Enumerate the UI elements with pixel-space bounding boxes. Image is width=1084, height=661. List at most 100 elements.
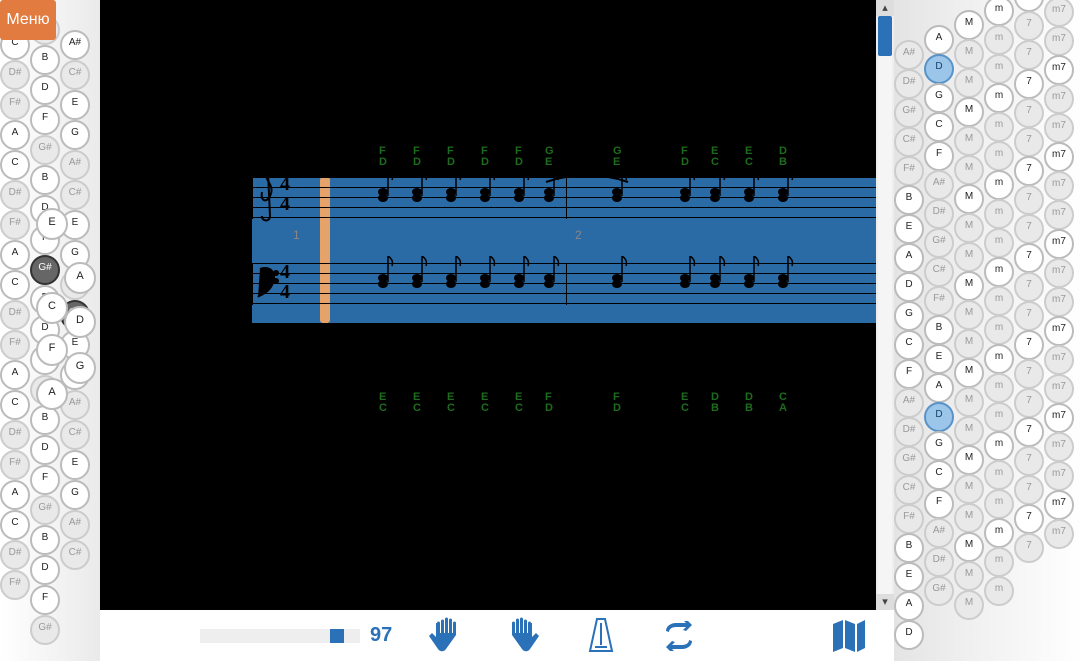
right-key-m7-3[interactable]: m7 xyxy=(1044,55,1074,85)
right-key-root-18[interactable]: D# xyxy=(924,547,954,577)
right-key-root-11[interactable]: E xyxy=(924,344,954,374)
left-key-C-2-9[interactable]: C xyxy=(0,270,30,300)
loop-button[interactable] xyxy=(654,616,704,656)
right-key-M-8[interactable]: M xyxy=(954,242,984,272)
left-key-Gsharp-1-8[interactable]: G# xyxy=(30,255,60,285)
progress-handle[interactable] xyxy=(330,629,344,643)
right-key-M-10[interactable]: M xyxy=(954,300,984,330)
scroll-thumb[interactable] xyxy=(878,16,892,56)
right-key-root-8[interactable]: C# xyxy=(924,257,954,287)
left-key-Gsharp-1-4[interactable]: G# xyxy=(30,135,60,165)
right-key-bass-19[interactable]: A xyxy=(894,591,924,621)
right-key-m7-7[interactable]: m7 xyxy=(1044,171,1074,201)
left-key-Fsharp-2-11[interactable]: F# xyxy=(0,330,30,360)
right-key-m-12[interactable]: m xyxy=(984,344,1014,374)
right-key-m-11[interactable]: m xyxy=(984,315,1014,345)
left-key-focus-G-5[interactable]: G xyxy=(64,352,96,384)
left-key-focus-F-4[interactable]: F xyxy=(36,334,68,366)
left-key-Gsharp-1-20[interactable]: G# xyxy=(30,615,60,645)
right-key-m7-9[interactable]: m7 xyxy=(1044,229,1074,259)
left-key-Csharp-0-5[interactable]: C# xyxy=(60,180,90,210)
right-key-7-4[interactable]: 7 xyxy=(1014,98,1044,128)
right-key-m-14[interactable]: m xyxy=(984,402,1014,432)
right-key-bass-6[interactable]: E xyxy=(894,214,924,244)
right-key-bass-20[interactable]: D xyxy=(894,620,924,650)
right-key-7-3[interactable]: 7 xyxy=(1014,69,1044,99)
left-key-Csharp-0-17[interactable]: C# xyxy=(60,540,90,570)
right-key-M-3[interactable]: M xyxy=(954,97,984,127)
map-button[interactable] xyxy=(824,616,874,656)
left-key-Asharp-0-16[interactable]: A# xyxy=(60,510,90,540)
left-key-F-1-3[interactable]: F xyxy=(30,105,60,135)
left-key-Asharp-0-4[interactable]: A# xyxy=(60,150,90,180)
left-key-D-1-14[interactable]: D xyxy=(30,435,60,465)
scroll-up-arrow[interactable]: ▴ xyxy=(876,0,894,16)
right-key-m-18[interactable]: m xyxy=(984,518,1014,548)
right-key-m-13[interactable]: m xyxy=(984,373,1014,403)
right-key-M-4[interactable]: M xyxy=(954,126,984,156)
left-key-Csharp-0-1[interactable]: C# xyxy=(60,60,90,90)
right-key-7-16[interactable]: 7 xyxy=(1014,446,1044,476)
right-key-7-5[interactable]: 7 xyxy=(1014,127,1044,157)
right-key-M-1[interactable]: M xyxy=(954,39,984,69)
left-key-F-1-15[interactable]: F xyxy=(30,465,60,495)
right-key-m7-12[interactable]: m7 xyxy=(1044,316,1074,346)
menu-button[interactable]: Меню xyxy=(0,0,56,40)
right-key-root-3[interactable]: C xyxy=(924,112,954,142)
left-key-focus-D-3[interactable]: D xyxy=(64,306,96,338)
right-key-m7-6[interactable]: m7 xyxy=(1044,142,1074,172)
right-key-M-16[interactable]: M xyxy=(954,474,984,504)
right-key-M-9[interactable]: M xyxy=(954,271,984,301)
right-key-7-8[interactable]: 7 xyxy=(1014,214,1044,244)
right-key-bass-12[interactable]: A# xyxy=(894,388,924,418)
right-key-M-18[interactable]: M xyxy=(954,532,984,562)
right-key-bass-3[interactable]: C# xyxy=(894,127,924,157)
right-key-7-6[interactable]: 7 xyxy=(1014,156,1044,186)
metronome-button[interactable] xyxy=(576,616,626,656)
left-key-F-1-19[interactable]: F xyxy=(30,585,60,615)
right-key-7-12[interactable]: 7 xyxy=(1014,330,1044,360)
left-key-focus-A-6[interactable]: A xyxy=(36,378,68,410)
right-key-m-17[interactable]: m xyxy=(984,489,1014,519)
right-key-7-19[interactable]: 7 xyxy=(1014,533,1044,563)
right-key-bass-8[interactable]: D xyxy=(894,272,924,302)
right-key-m-9[interactable]: m xyxy=(984,257,1014,287)
left-key-A-2-16[interactable]: A xyxy=(0,480,30,510)
right-key-root-0[interactable]: A xyxy=(924,25,954,55)
left-key-A-2-4[interactable]: A xyxy=(0,120,30,150)
right-key-7-2[interactable]: 7 xyxy=(1014,40,1044,70)
right-key-bass-5[interactable]: B xyxy=(894,185,924,215)
left-key-Fsharp-2-15[interactable]: F# xyxy=(0,450,30,480)
right-key-M-6[interactable]: M xyxy=(954,184,984,214)
right-key-bass-9[interactable]: G xyxy=(894,301,924,331)
right-key-bass-14[interactable]: G# xyxy=(894,446,924,476)
left-key-Fsharp-2-7[interactable]: F# xyxy=(0,210,30,240)
left-key-C-2-13[interactable]: C xyxy=(0,390,30,420)
right-key-bass-10[interactable]: C xyxy=(894,330,924,360)
right-key-root-13[interactable]: D xyxy=(924,402,954,432)
right-key-bass-2[interactable]: G# xyxy=(894,98,924,128)
right-key-root-1[interactable]: D xyxy=(924,54,954,84)
right-key-7-1[interactable]: 7 xyxy=(1014,11,1044,41)
right-key-bass-17[interactable]: B xyxy=(894,533,924,563)
right-key-m-8[interactable]: m xyxy=(984,228,1014,258)
right-key-m7-10[interactable]: m7 xyxy=(1044,258,1074,288)
scroll-down-arrow[interactable]: ▾ xyxy=(876,594,894,610)
right-key-m7-4[interactable]: m7 xyxy=(1044,84,1074,114)
right-key-m-5[interactable]: m xyxy=(984,141,1014,171)
right-key-m7-16[interactable]: m7 xyxy=(1044,432,1074,462)
right-key-m-7[interactable]: m xyxy=(984,199,1014,229)
left-key-focus-A-1[interactable]: A xyxy=(64,262,96,294)
left-hand-button[interactable] xyxy=(420,616,470,656)
left-key-G-0-3[interactable]: G xyxy=(60,120,90,150)
right-key-M-20[interactable]: M xyxy=(954,590,984,620)
right-key-m-19[interactable]: m xyxy=(984,547,1014,577)
left-key-C-2-5[interactable]: C xyxy=(0,150,30,180)
right-key-m7-5[interactable]: m7 xyxy=(1044,113,1074,143)
left-key-Asharp-0-0[interactable]: A# xyxy=(60,30,90,60)
right-key-bass-7[interactable]: A xyxy=(894,243,924,273)
right-key-M-0[interactable]: M xyxy=(954,10,984,40)
left-key-focus-E-0[interactable]: E xyxy=(36,208,68,240)
right-key-M-13[interactable]: M xyxy=(954,387,984,417)
right-key-m-0[interactable]: m xyxy=(984,0,1014,26)
